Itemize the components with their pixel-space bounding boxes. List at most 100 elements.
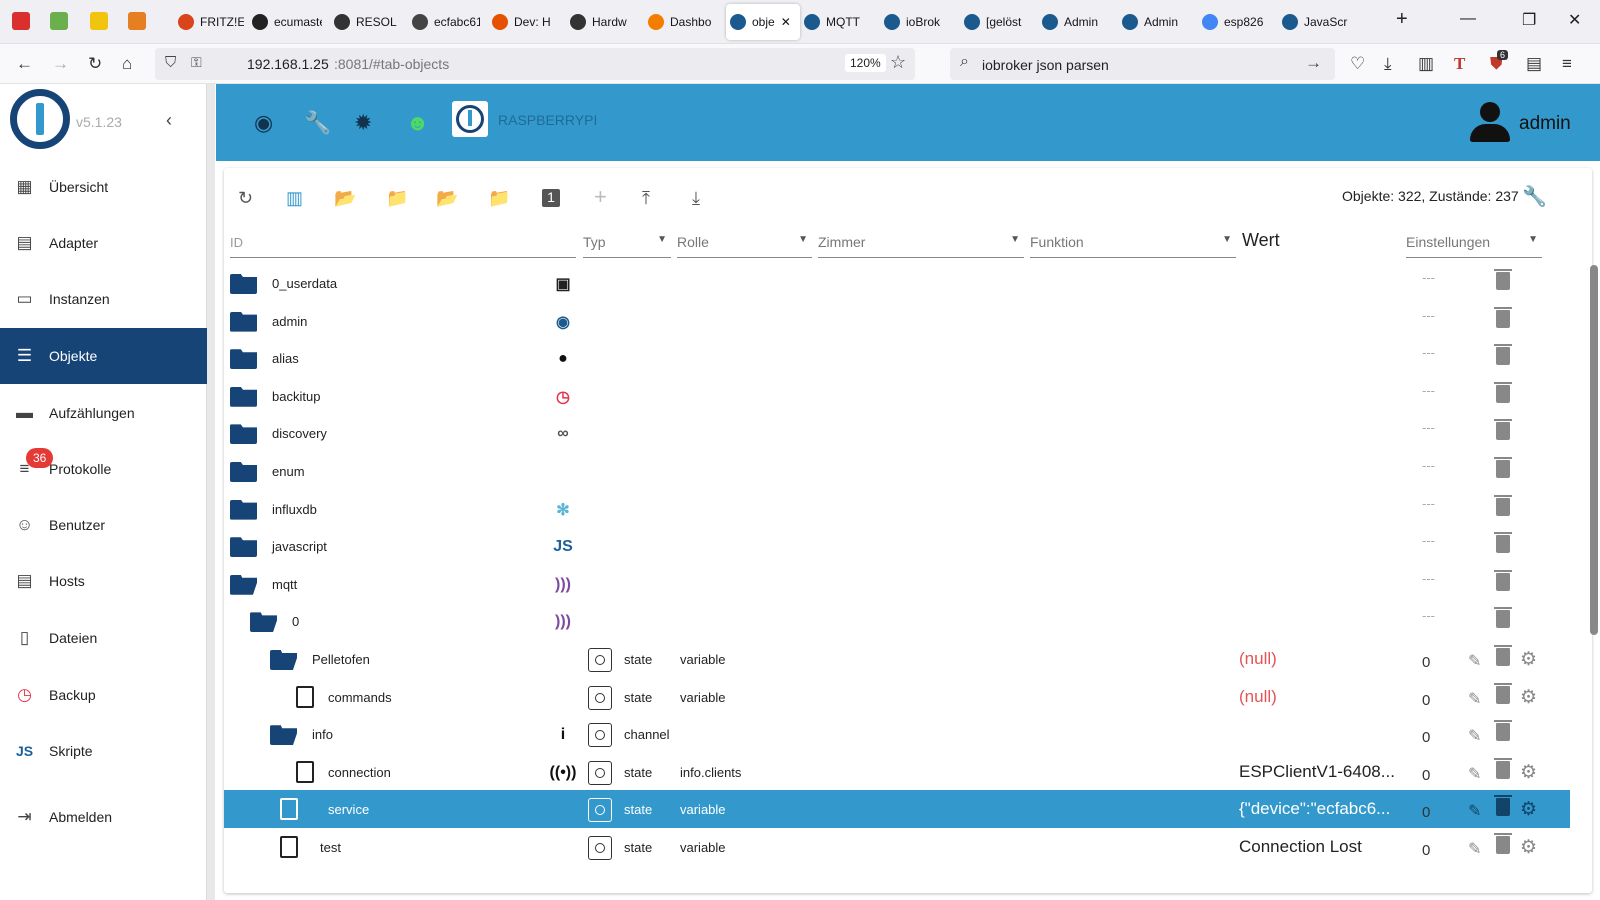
table-row[interactable]: enum --- bbox=[224, 452, 1570, 490]
reload-icon[interactable]: ↻ bbox=[88, 54, 102, 74]
folder-icon[interactable] bbox=[230, 462, 257, 482]
url-bar[interactable]: ⛉ ⚿ 192.168.1.25 :8081/#tab-objects 120%… bbox=[155, 48, 915, 80]
delete-icon[interactable] bbox=[1494, 344, 1512, 366]
browser-tab[interactable]: ioBrok bbox=[880, 4, 952, 40]
extension-icon[interactable]: ▤ bbox=[1526, 54, 1542, 74]
collapse-all-icon[interactable]: 📁 bbox=[488, 188, 510, 209]
wrench-icon[interactable]: 🔧 bbox=[304, 110, 331, 136]
sidebar-item-backup[interactable]: ◷ Backup bbox=[0, 667, 207, 723]
delete-icon[interactable] bbox=[1494, 720, 1512, 742]
folder-open-icon[interactable] bbox=[270, 650, 297, 670]
browser-tab[interactable]: Admin bbox=[1118, 4, 1190, 40]
browser-tab[interactable]: esp826 bbox=[1198, 4, 1270, 40]
folder-open-icon[interactable] bbox=[270, 725, 297, 746]
id-filter-input[interactable]: ID bbox=[230, 234, 576, 258]
zimmer-filter-select[interactable]: Zimmer ▼ bbox=[818, 234, 1024, 258]
reader-view-icon[interactable]: ▥ bbox=[1418, 54, 1434, 74]
folder-icon[interactable] bbox=[230, 349, 257, 370]
browser-tab[interactable]: MQTT bbox=[800, 4, 872, 40]
delete-icon[interactable] bbox=[1494, 795, 1512, 817]
expert-mode-icon[interactable]: ☻ bbox=[406, 110, 429, 136]
objects-scrollbar[interactable] bbox=[1590, 265, 1598, 635]
search-bar[interactable]: ⌕ iobroker json parsen → bbox=[950, 48, 1335, 80]
edit-icon[interactable]: ✎ bbox=[1468, 839, 1481, 859]
download-objects-icon[interactable]: ⤓ bbox=[692, 188, 700, 209]
browser-tab[interactable]: ecumaster. bbox=[248, 4, 322, 40]
forward-icon[interactable]: → bbox=[52, 54, 69, 74]
funktion-filter-select[interactable]: Funktion ▼ bbox=[1030, 234, 1236, 258]
edit-icon[interactable]: ✎ bbox=[1468, 764, 1481, 784]
browser-tab[interactable]: ecfabc61ca bbox=[408, 4, 480, 40]
folder-icon[interactable] bbox=[230, 537, 257, 558]
delete-icon[interactable] bbox=[1494, 833, 1512, 854]
table-row[interactable]: 0))) --- bbox=[224, 602, 1570, 640]
sidebar-item-instanzen[interactable]: ▭ Instanzen bbox=[0, 271, 207, 327]
table-row[interactable]: backitup ◷ --- bbox=[224, 377, 1570, 415]
pinned-tab-3-icon[interactable] bbox=[90, 12, 108, 30]
table-row[interactable]: info i channel 0 ✎ bbox=[224, 715, 1570, 753]
edit-icon[interactable]: ✎ bbox=[1468, 689, 1481, 709]
table-row[interactable]: 0_userdata ▣ --- bbox=[224, 264, 1570, 302]
delete-icon[interactable] bbox=[1494, 757, 1512, 779]
eye-icon[interactable]: ◉ bbox=[254, 110, 273, 136]
sidebar-item-skripte[interactable]: JS Skripte bbox=[0, 723, 207, 779]
delete-icon[interactable] bbox=[1494, 682, 1512, 704]
delete-icon[interactable] bbox=[1494, 457, 1512, 478]
typ-filter-select[interactable]: Typ ▼ bbox=[583, 234, 671, 258]
gear-icon[interactable]: ⚙ bbox=[1520, 686, 1537, 709]
table-row[interactable]: Pelletofen state variable (null) 0 ✎ ⚙ bbox=[224, 640, 1570, 678]
brightness-icon[interactable]: ✹ bbox=[354, 110, 372, 136]
delete-icon[interactable] bbox=[1494, 306, 1512, 328]
settings-wrench-icon[interactable]: 🔧 bbox=[1522, 184, 1547, 209]
table-row[interactable]: admin ◉ --- bbox=[224, 302, 1570, 340]
table-row[interactable]: javascript JS --- bbox=[224, 527, 1570, 565]
pinned-tab-4-icon[interactable] bbox=[128, 12, 146, 30]
download-icon[interactable]: ⤓ bbox=[1384, 54, 1392, 74]
sidebar-item-hosts[interactable]: ▤ Hosts bbox=[0, 553, 207, 609]
table-row[interactable]: influxdb ✻ --- bbox=[224, 490, 1570, 528]
refresh-icon[interactable]: ↻ bbox=[238, 188, 253, 209]
browser-tab[interactable]: FRITZ!E bbox=[174, 4, 244, 40]
gear-icon[interactable]: ⚙ bbox=[1520, 836, 1537, 859]
folder-icon[interactable] bbox=[230, 311, 257, 332]
folder-icon[interactable] bbox=[230, 274, 257, 294]
table-row[interactable]: alias ● --- bbox=[224, 339, 1570, 377]
folder-icon[interactable] bbox=[230, 499, 257, 520]
object-value[interactable]: (null) bbox=[1239, 649, 1409, 669]
edit-icon[interactable]: ✎ bbox=[1468, 801, 1481, 821]
browser-tab[interactable]: RESOL bbox=[330, 4, 400, 40]
browser-tab[interactable]: [gelöst bbox=[960, 4, 1030, 40]
pinned-tab-1-icon[interactable] bbox=[12, 12, 30, 30]
browser-tab[interactable]: Dashbo bbox=[644, 4, 716, 40]
table-row[interactable]: discovery ∞ --- bbox=[224, 414, 1570, 452]
object-value[interactable]: ESPClientV1-6408... bbox=[1239, 762, 1409, 782]
table-row[interactable]: test state variable Connection Lost 0 ✎ ⚙ bbox=[224, 828, 1570, 866]
folder-icon[interactable] bbox=[230, 424, 257, 445]
einstellungen-filter-select[interactable]: Einstellungen ▼ bbox=[1406, 234, 1542, 258]
gear-icon[interactable]: ⚙ bbox=[1520, 798, 1537, 821]
browser-tab[interactable]: JavaScr bbox=[1278, 4, 1348, 40]
folder-closed-icon[interactable]: 📁 bbox=[386, 188, 408, 209]
delete-icon[interactable] bbox=[1494, 532, 1512, 554]
table-row[interactable]: commands state variable (null) 0 ✎ ⚙ bbox=[224, 678, 1570, 716]
sidebar-scrollbar[interactable] bbox=[207, 84, 215, 900]
edit-icon[interactable]: ✎ bbox=[1468, 651, 1481, 671]
delete-icon[interactable] bbox=[1494, 419, 1512, 441]
delete-icon[interactable] bbox=[1494, 607, 1512, 629]
delete-icon[interactable] bbox=[1494, 645, 1512, 666]
sidebar-item-dateien[interactable]: ▯ Dateien bbox=[0, 610, 207, 666]
sidebar-item--bersicht[interactable]: ▦ Übersicht bbox=[0, 159, 207, 215]
extension-t-icon[interactable]: T bbox=[1454, 54, 1465, 74]
user-avatar-icon[interactable] bbox=[1470, 102, 1510, 142]
maximize-icon[interactable]: ❐ bbox=[1522, 10, 1536, 30]
browser-tab[interactable]: obje ✕ bbox=[726, 4, 800, 40]
object-value[interactable]: (null) bbox=[1239, 687, 1409, 707]
gear-icon[interactable]: ⚙ bbox=[1520, 648, 1537, 671]
table-row[interactable]: mqtt))) --- bbox=[224, 565, 1570, 603]
bookmark-star-icon[interactable]: ☆ bbox=[890, 52, 906, 73]
table-row[interactable]: connection ((•)) state info.clients ESPClien… bbox=[224, 753, 1570, 791]
gear-icon[interactable]: ⚙ bbox=[1520, 761, 1537, 784]
sidebar-item-benutzer[interactable]: ☺ Benutzer bbox=[0, 497, 207, 553]
sidebar-item-aufz-hlungen[interactable]: ▬ Aufzählungen bbox=[0, 385, 207, 441]
zoom-level[interactable]: 120% bbox=[845, 54, 886, 72]
